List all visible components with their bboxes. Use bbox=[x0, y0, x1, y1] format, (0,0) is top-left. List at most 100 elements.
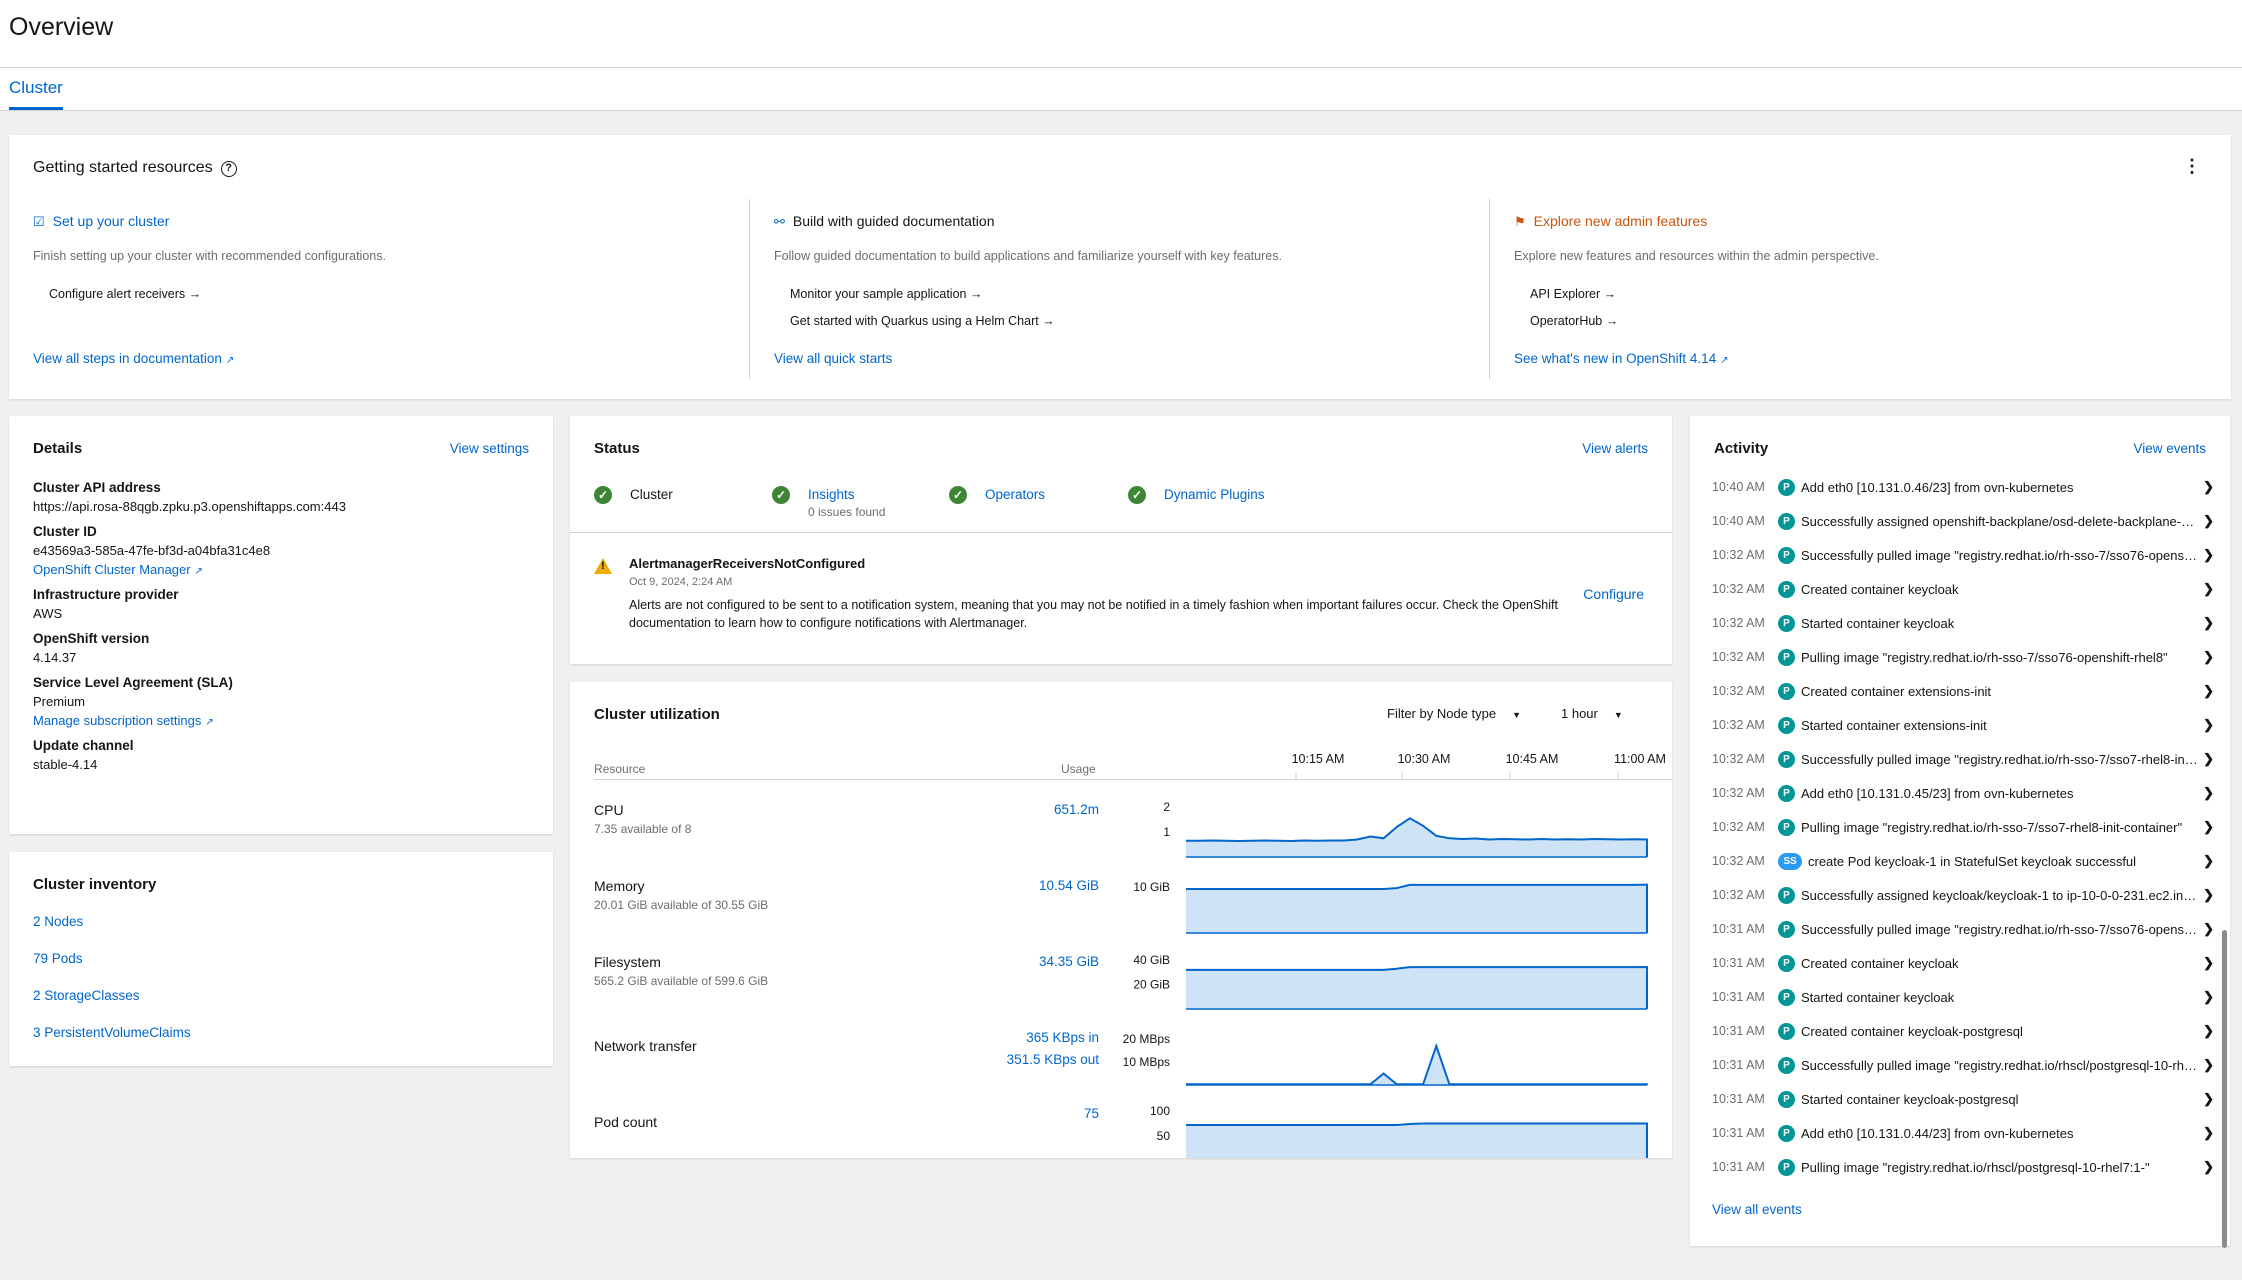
y-tick-label: 1 bbox=[1163, 825, 1170, 839]
resource-usage-link[interactable]: 365 KBps in bbox=[1026, 1030, 1099, 1045]
chevron-right-icon[interactable]: ❯ bbox=[2203, 955, 2214, 971]
detail-label: Cluster ID bbox=[33, 524, 97, 539]
chevron-right-icon[interactable]: ❯ bbox=[2203, 581, 2214, 597]
activity-event-row[interactable]: 10:32 AM P Started container extensions-in… bbox=[1712, 708, 2214, 742]
inventory-storageclasses-link[interactable]: 2 StorageClasses bbox=[33, 988, 191, 1025]
resource-badge: P bbox=[1778, 1090, 1795, 1108]
insights-link[interactable]: Insights bbox=[808, 487, 885, 502]
status-cluster: ✓ Cluster bbox=[594, 484, 673, 504]
view-all-events-link[interactable]: View all events bbox=[1712, 1202, 1802, 1217]
activity-event-row[interactable]: 10:40 AM P Successfully assigned openshift… bbox=[1712, 504, 2214, 538]
chevron-right-icon[interactable]: ❯ bbox=[2203, 717, 2214, 733]
activity-event-row[interactable]: 10:31 AM P Successfully pulled image "regi… bbox=[1712, 1048, 2214, 1082]
chevron-right-icon[interactable]: ❯ bbox=[2203, 989, 2214, 1005]
gs-column-title[interactable]: ⚑ Explore new admin features bbox=[1514, 213, 1707, 230]
gs-column-title[interactable]: ☑ Set up your cluster bbox=[33, 213, 169, 230]
inventory-pods-link[interactable]: 79 Pods bbox=[33, 951, 191, 988]
details-title: Details bbox=[33, 440, 83, 457]
scrollbar[interactable] bbox=[2222, 930, 2227, 1248]
usage-area bbox=[1186, 1123, 1647, 1158]
chevron-right-icon[interactable]: ❯ bbox=[2203, 1057, 2214, 1073]
status-label: Cluster bbox=[630, 487, 673, 502]
kebab-menu-icon[interactable]: ⋮ bbox=[2183, 157, 2201, 175]
help-icon[interactable]: ? bbox=[220, 161, 237, 177]
resource-usage-link[interactable]: 10.54 GiB bbox=[1039, 878, 1099, 893]
chevron-right-icon[interactable]: ❯ bbox=[2203, 921, 2214, 937]
gs-column-title[interactable]: ⚯ Build with guided documentation bbox=[774, 213, 994, 230]
event-time: 10:32 AM bbox=[1712, 820, 1765, 834]
inventory-nodes-link[interactable]: 2 Nodes bbox=[33, 914, 191, 951]
resource-name: CPU bbox=[594, 802, 624, 818]
inventory-pvc-link[interactable]: 3 PersistentVolumeClaims bbox=[33, 1025, 191, 1062]
resource-usage-link[interactable]: 651.2m bbox=[1054, 802, 1099, 817]
chevron-right-icon[interactable]: ❯ bbox=[2203, 819, 2214, 835]
resource-usage-link[interactable]: 75 bbox=[1084, 1106, 1099, 1121]
activity-event-row[interactable]: 10:31 AM P Started container keycloak-post… bbox=[1712, 1082, 2214, 1116]
gs-description: Explore new features and resources withi… bbox=[1514, 249, 1879, 263]
gs-title-text: Explore new admin features bbox=[1533, 213, 1708, 229]
activity-event-row[interactable]: 10:32 AM P Successfully pulled image "regi… bbox=[1712, 538, 2214, 572]
cluster-manager-link[interactable]: OpenShift Cluster Manager ↗ bbox=[33, 562, 533, 577]
gs-footer-link[interactable]: View all quick starts bbox=[774, 351, 892, 366]
resource-name: Network transfer bbox=[594, 1038, 697, 1054]
gs-link-api-explorer[interactable]: API Explorer → bbox=[1530, 287, 1618, 314]
view-alerts-link[interactable]: View alerts bbox=[1582, 441, 1648, 456]
chevron-right-icon[interactable]: ❯ bbox=[2203, 615, 2214, 631]
activity-event-row[interactable]: 10:31 AM P Created container keycloak ❯ bbox=[1712, 946, 2214, 980]
chevron-right-icon[interactable]: ❯ bbox=[2203, 479, 2214, 495]
activity-event-row[interactable]: 10:31 AM P Pulling image "registry.redhat.… bbox=[1712, 1150, 2214, 1184]
gs-description: Finish setting up your cluster with reco… bbox=[33, 249, 386, 263]
gs-footer-link[interactable]: View all steps in documentation ↗ bbox=[33, 351, 234, 366]
activity-event-row[interactable]: 10:32 AM P Add eth0 [10.131.0.45/23] from … bbox=[1712, 776, 2214, 810]
chevron-right-icon[interactable]: ❯ bbox=[2203, 751, 2214, 767]
gs-link-configure-alert-receivers[interactable]: Configure alert receivers → bbox=[49, 287, 201, 314]
utilization-charts: 10:15 AM 10:30 AM 10:45 AM 11:00 AM 2 1 10 GiB… bbox=[1123, 752, 1666, 1158]
event-time: 10:32 AM bbox=[1712, 854, 1765, 868]
chevron-right-icon[interactable]: ❯ bbox=[2203, 1091, 2214, 1107]
activity-event-row[interactable]: 10:32 AM SS create Pod keycloak-1 in State… bbox=[1712, 844, 2214, 878]
status-card: Status View alerts ✓ Cluster ✓ Insights 0… bbox=[570, 416, 1672, 664]
activity-event-row[interactable]: 10:32 AM P Pulling image "registry.redhat.… bbox=[1712, 810, 2214, 844]
configure-link[interactable]: Configure bbox=[1583, 586, 1644, 602]
clipboard-check-icon: ☑ bbox=[33, 214, 45, 229]
resource-badge: P bbox=[1778, 1056, 1795, 1074]
detail-label: Service Level Agreement (SLA) bbox=[33, 675, 233, 690]
chevron-right-icon[interactable]: ❯ bbox=[2203, 1125, 2214, 1141]
tab-cluster[interactable]: Cluster bbox=[9, 78, 63, 110]
activity-event-row[interactable]: 10:31 AM P Add eth0 [10.131.0.44/23] from … bbox=[1712, 1116, 2214, 1150]
resource-badge: SS bbox=[1778, 852, 1802, 870]
chevron-right-icon[interactable]: ❯ bbox=[2203, 1023, 2214, 1039]
chevron-right-icon[interactable]: ❯ bbox=[2203, 853, 2214, 869]
chevron-right-icon[interactable]: ❯ bbox=[2203, 649, 2214, 665]
operators-link[interactable]: Operators bbox=[985, 487, 1045, 502]
gs-link-monitor-sample-app[interactable]: Monitor your sample application → bbox=[790, 287, 1055, 314]
activity-event-row[interactable]: 10:32 AM P Successfully pulled image "regi… bbox=[1712, 742, 2214, 776]
activity-event-row[interactable]: 10:32 AM P Successfully assigned keycloak/… bbox=[1712, 878, 2214, 912]
chevron-right-icon[interactable]: ❯ bbox=[2203, 683, 2214, 699]
resource-badge: P bbox=[1778, 954, 1795, 972]
activity-event-row[interactable]: 10:40 AM P Add eth0 [10.131.0.46/23] from … bbox=[1712, 470, 2214, 504]
activity-event-row[interactable]: 10:32 AM P Started container keycloak ❯ bbox=[1712, 606, 2214, 640]
activity-event-row[interactable]: 10:31 AM P Started container keycloak ❯ bbox=[1712, 980, 2214, 1014]
resource-usage-link[interactable]: 34.35 GiB bbox=[1039, 954, 1099, 969]
activity-event-row[interactable]: 10:31 AM P Created container keycloak-post… bbox=[1712, 1014, 2214, 1048]
activity-event-row[interactable]: 10:31 AM P Successfully pulled image "regi… bbox=[1712, 912, 2214, 946]
gs-link-quarkus-helm[interactable]: Get started with Quarkus using a Helm Ch… bbox=[790, 314, 1055, 341]
chevron-right-icon[interactable]: ❯ bbox=[2203, 1159, 2214, 1175]
view-settings-link[interactable]: View settings bbox=[450, 441, 529, 456]
view-events-link[interactable]: View events bbox=[2133, 441, 2206, 456]
activity-event-row[interactable]: 10:32 AM P Created container keycloak ❯ bbox=[1712, 572, 2214, 606]
activity-event-row[interactable]: 10:32 AM P Created container extensions-in… bbox=[1712, 674, 2214, 708]
manage-subscription-link[interactable]: Manage subscription settings ↗ bbox=[33, 713, 533, 728]
chevron-right-icon[interactable]: ❯ bbox=[2203, 887, 2214, 903]
gs-footer-link[interactable]: See what's new in OpenShift 4.14 ↗ bbox=[1514, 351, 1729, 366]
chevron-right-icon[interactable]: ❯ bbox=[2203, 785, 2214, 801]
resource-usage-link[interactable]: 351.5 KBps out bbox=[1007, 1052, 1099, 1067]
activity-card: Activity View events 10:40 AM P Add eth0 [… bbox=[1690, 416, 2230, 1246]
chevron-right-icon[interactable]: ❯ bbox=[2203, 547, 2214, 563]
resource-availability: 20.01 GiB available of 30.55 GiB bbox=[594, 898, 769, 912]
dynamic-plugins-link[interactable]: Dynamic Plugins bbox=[1164, 487, 1265, 502]
activity-event-row[interactable]: 10:32 AM P Pulling image "registry.redhat.… bbox=[1712, 640, 2214, 674]
gs-link-operatorhub[interactable]: OperatorHub → bbox=[1530, 314, 1618, 341]
chevron-right-icon[interactable]: ❯ bbox=[2203, 513, 2214, 529]
